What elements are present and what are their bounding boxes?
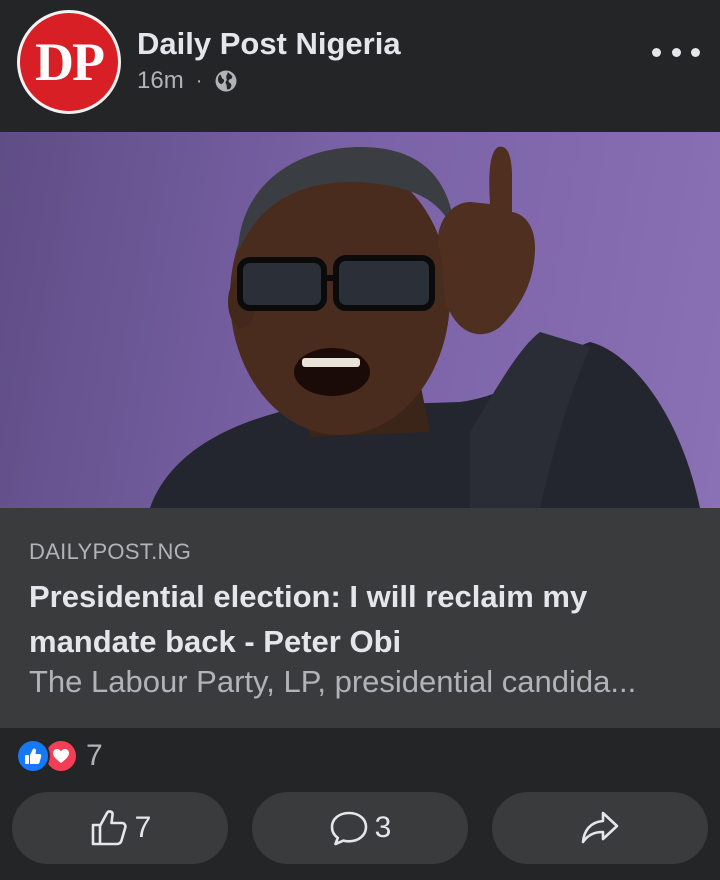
- link-domain: DAILYPOST.NG: [29, 539, 192, 564]
- article-image[interactable]: [0, 132, 720, 508]
- reaction-count: 7: [86, 739, 103, 772]
- thumbs-up-icon: [91, 810, 127, 846]
- link-preview[interactable]: DAILYPOST.NG Presidential election: I wi…: [0, 508, 720, 728]
- globe-icon: [215, 70, 237, 92]
- link-excerpt: The Labour Party, LP, presidential candi…: [29, 664, 637, 699]
- page-avatar[interactable]: DP: [17, 10, 121, 114]
- comment-icon: [330, 811, 367, 846]
- like-reaction-icon: [16, 739, 50, 773]
- like-button[interactable]: 7: [12, 792, 228, 864]
- like-count: 7: [134, 811, 152, 844]
- post-meta: 16m ·: [137, 66, 238, 96]
- avatar-logo-text: DP: [35, 32, 105, 92]
- comment-button[interactable]: 3: [252, 792, 468, 864]
- more-horizontal-icon: [652, 47, 661, 57]
- more-options-button[interactable]: [652, 38, 700, 66]
- share-button[interactable]: [492, 792, 708, 864]
- comment-count: 3: [374, 811, 392, 844]
- post-timestamp[interactable]: 16m: [137, 67, 184, 95]
- page-name[interactable]: Daily Post Nigeria: [137, 26, 401, 62]
- link-headline[interactable]: Presidential election: I will reclaim my…: [29, 574, 689, 664]
- reactions-summary[interactable]: 7: [16, 738, 103, 774]
- share-icon: [581, 811, 619, 844]
- meta-separator: ·: [195, 69, 203, 92]
- speaker-photo: [150, 146, 700, 508]
- post-header: DP Daily Post Nigeria 16m ·: [0, 0, 720, 132]
- post-actions: 7 3: [12, 792, 708, 864]
